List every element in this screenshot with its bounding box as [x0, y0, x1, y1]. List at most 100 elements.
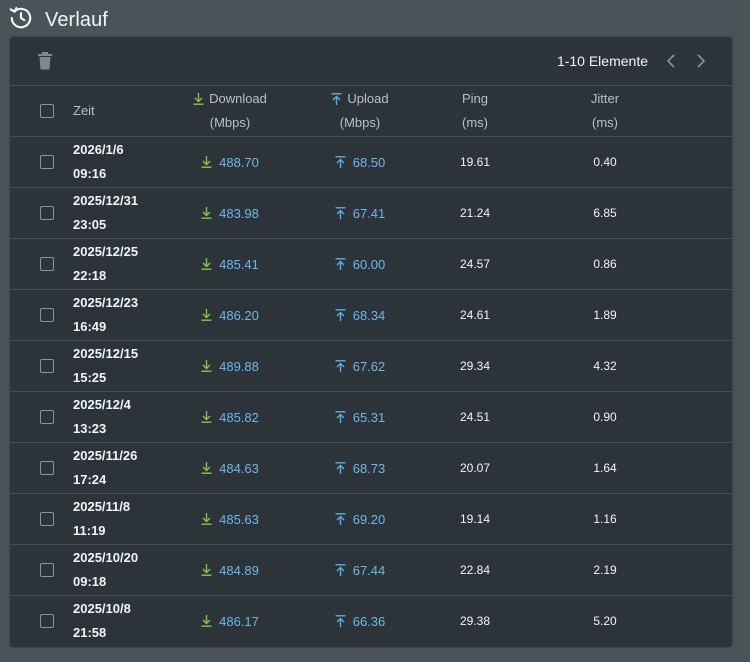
download-cell: 485.82 [165, 392, 295, 442]
row-date: 2026/1/6 [73, 142, 124, 157]
jitter-value: 0.90 [593, 410, 617, 424]
jitter-value: 0.40 [593, 155, 617, 169]
download-value-wrap: 485.41 [201, 257, 259, 272]
upload-value: 68.34 [352, 307, 386, 323]
download-arrow-icon [201, 615, 212, 627]
row-time: 21:58 [73, 625, 107, 640]
table-body: 2026/1/6 09:16 488.70 68.50 19.61 0.40 2025/12… [10, 137, 732, 646]
time-cell: 2025/10/8 21:58 [73, 596, 163, 646]
header-ping[interactable]: Ping [462, 87, 488, 111]
jitter-cell: 0.86 [540, 239, 670, 289]
row-date: 2025/12/4 [73, 397, 131, 412]
upload-arrow-icon [335, 156, 346, 168]
upload-value: 69.20 [352, 511, 386, 527]
time-cell: 2025/11/26 17:24 [73, 443, 163, 493]
table-row[interactable]: 2025/12/23 16:49 486.20 68.34 24.61 1.89 [10, 290, 732, 341]
upload-value-wrap: 68.73 [335, 461, 385, 476]
chevron-right-icon[interactable] [688, 50, 714, 72]
download-value-wrap: 489.88 [201, 359, 259, 374]
history-table-card: 1-10 Elemente Zeit Download (Mbps) Uploa… [10, 37, 732, 647]
time-cell: 2025/12/15 15:25 [73, 341, 163, 391]
jitter-cell: 2.19 [540, 545, 670, 595]
download-value-wrap: 484.89 [201, 563, 259, 578]
row-checkbox[interactable] [40, 461, 54, 475]
download-value: 483.98 [219, 205, 259, 221]
jitter-cell: 1.89 [540, 290, 670, 340]
upload-arrow-icon [335, 615, 346, 627]
download-arrow-icon [201, 513, 212, 525]
jitter-value: 0.86 [593, 257, 617, 271]
header-download[interactable]: Download [193, 87, 267, 111]
table-row[interactable]: 2025/10/8 21:58 486.17 66.36 29.38 5.20 [10, 596, 732, 646]
jitter-cell: 1.16 [540, 494, 670, 544]
jitter-value: 2.19 [593, 563, 617, 577]
row-checkbox[interactable] [40, 563, 54, 577]
ping-value: 24.51 [459, 410, 491, 424]
table-row[interactable]: 2025/11/26 17:24 484.63 68.73 20.07 1.64 [10, 443, 732, 494]
page-range-label: 1-10 Elemente [556, 53, 648, 69]
upload-value-wrap: 67.44 [335, 563, 385, 578]
upload-arrow-icon [335, 411, 346, 423]
upload-arrow-icon [335, 513, 346, 525]
download-arrow-icon [201, 411, 212, 423]
download-cell: 489.88 [165, 341, 295, 391]
header-time[interactable]: Zeit [73, 99, 163, 123]
upload-cell: 68.73 [295, 443, 425, 493]
table-row[interactable]: 2025/12/15 15:25 489.88 67.62 29.34 4.32 [10, 341, 732, 392]
ping-value: 29.34 [459, 359, 491, 373]
row-checkbox[interactable] [40, 359, 54, 373]
row-checkbox[interactable] [40, 155, 54, 169]
row-checkbox[interactable] [40, 614, 54, 628]
table-row[interactable]: 2026/1/6 09:16 488.70 68.50 19.61 0.40 [10, 137, 732, 188]
download-arrow-icon [201, 258, 212, 270]
table-row[interactable]: 2025/12/4 13:23 485.82 65.31 24.51 0.90 [10, 392, 732, 443]
row-checkbox[interactable] [40, 257, 54, 271]
pagination: 1-10 Elemente [557, 50, 714, 72]
table-row[interactable]: 2025/12/31 23:05 483.98 67.41 21.24 6.85 [10, 188, 732, 239]
row-checkbox[interactable] [40, 512, 54, 526]
chevron-left-icon[interactable] [658, 50, 684, 72]
ping-cell: 24.51 [410, 392, 540, 442]
download-cell: 484.63 [165, 443, 295, 493]
row-time: 22:18 [73, 268, 107, 283]
header-jitter[interactable]: Jitter [591, 87, 619, 111]
upload-arrow-icon [335, 309, 346, 321]
header-ping-cell[interactable]: Ping (ms) [410, 86, 540, 136]
row-time: 23:05 [73, 217, 107, 232]
header-upload-cell[interactable]: Upload (Mbps) [295, 86, 425, 136]
ping-cell: 24.57 [410, 239, 540, 289]
header-download-cell[interactable]: Download (Mbps) [165, 86, 295, 136]
row-date: 2025/12/25 [73, 244, 139, 259]
select-all-checkbox[interactable] [40, 104, 54, 118]
download-cell: 486.20 [165, 290, 295, 340]
table-row[interactable]: 2025/12/25 22:18 485.41 60.00 24.57 0.86 [10, 239, 732, 290]
header-upload[interactable]: Upload [331, 87, 389, 111]
ping-value: 19.61 [459, 155, 491, 169]
time-cell: 2025/11/8 11:19 [73, 494, 163, 544]
jitter-value: 6.85 [593, 206, 617, 220]
download-value-wrap: 488.70 [201, 155, 259, 170]
jitter-cell: 1.64 [540, 443, 670, 493]
row-checkbox[interactable] [40, 206, 54, 220]
row-date: 2025/10/8 [73, 601, 131, 616]
table-row[interactable]: 2025/10/20 09:18 484.89 67.44 22.84 2.19 [10, 545, 732, 596]
upload-arrow-icon [335, 258, 346, 270]
download-value-wrap: 483.98 [201, 206, 259, 221]
upload-value: 60.00 [352, 256, 386, 272]
upload-cell: 68.50 [295, 137, 425, 187]
trash-icon[interactable] [38, 52, 52, 70]
row-checkbox[interactable] [40, 308, 54, 322]
header-upload-label: Upload [347, 91, 389, 106]
page-header: Verlauf [8, 6, 108, 34]
ping-value: 24.61 [459, 308, 491, 322]
header-jitter-cell[interactable]: Jitter (ms) [540, 86, 670, 136]
row-time: 13:23 [73, 421, 107, 436]
upload-value: 68.50 [352, 154, 386, 170]
row-checkbox[interactable] [40, 410, 54, 424]
upload-value-wrap: 60.00 [335, 256, 386, 272]
table-row[interactable]: 2025/11/8 11:19 485.63 69.20 19.14 1.16 [10, 494, 732, 545]
ping-cell: 21.24 [410, 188, 540, 238]
upload-arrow-icon [335, 462, 346, 474]
upload-value-wrap: 68.34 [335, 307, 386, 323]
download-arrow-icon [193, 93, 204, 105]
